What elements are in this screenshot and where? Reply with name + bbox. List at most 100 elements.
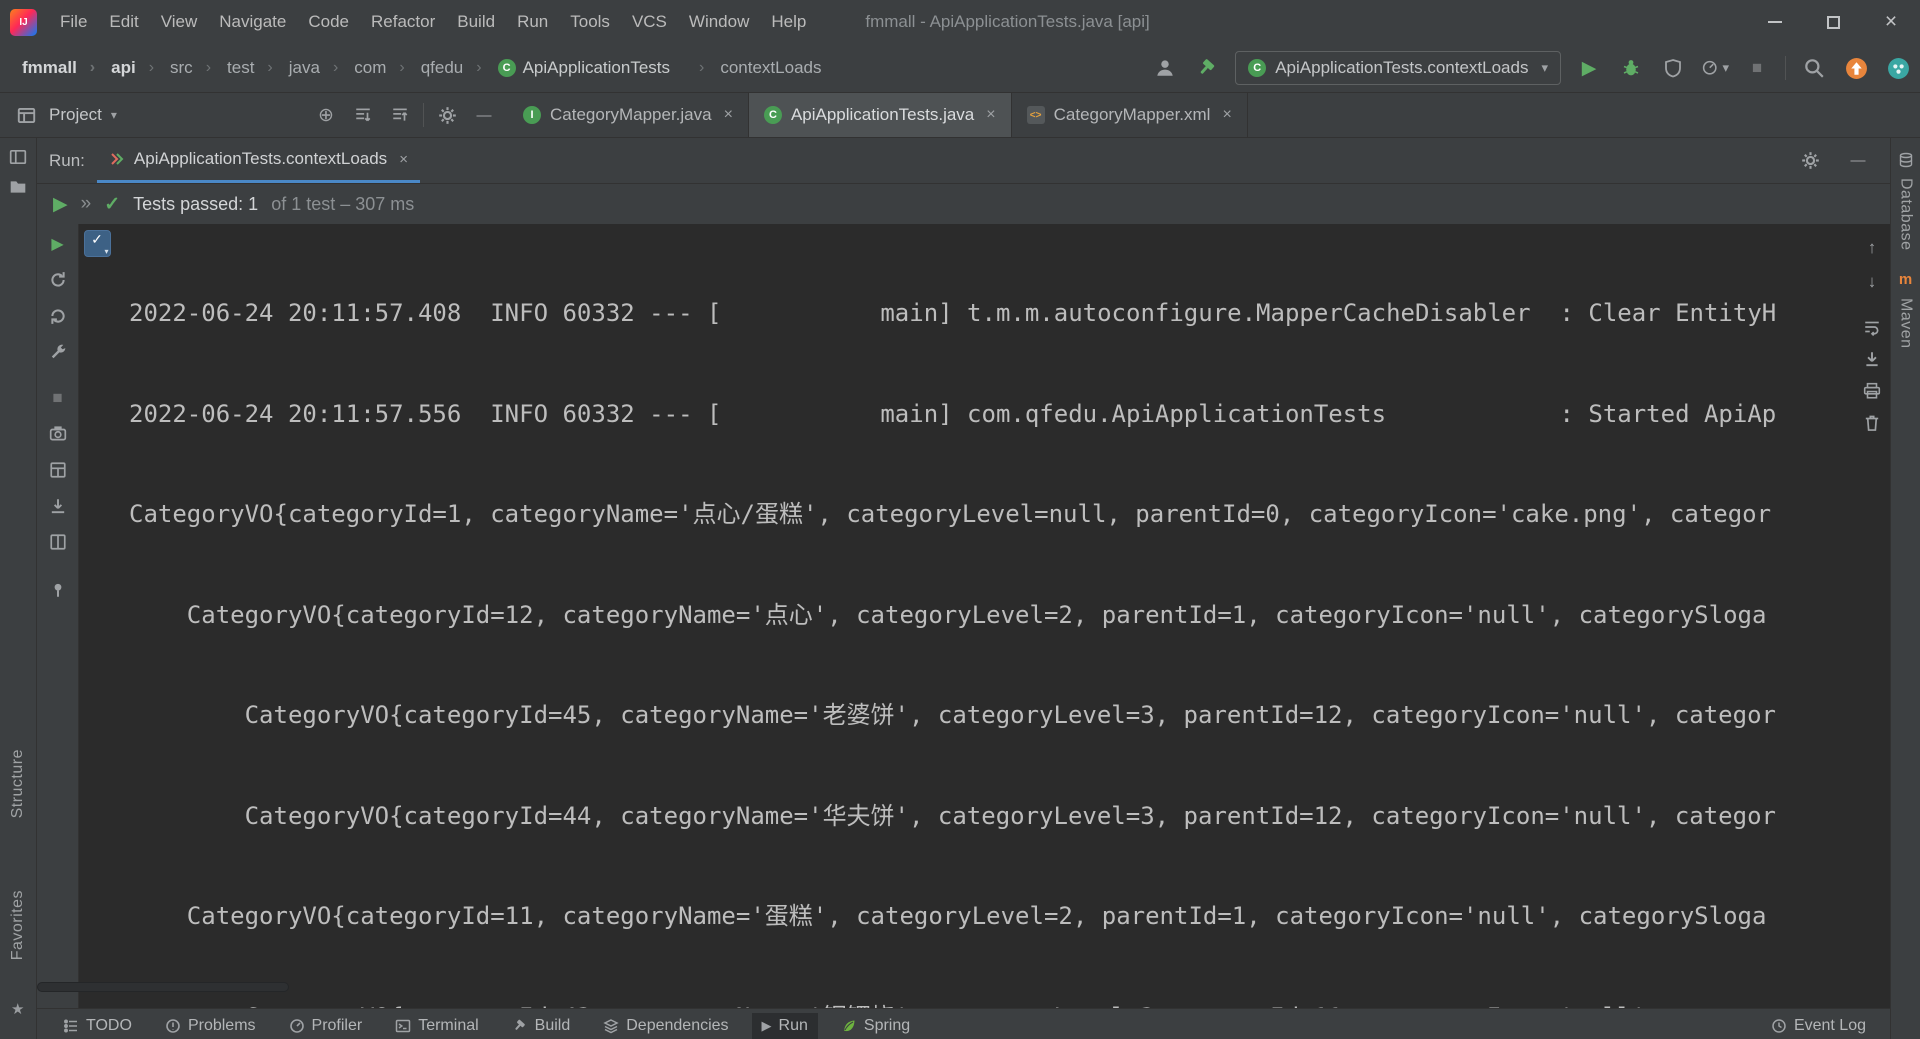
menu-item-navigate[interactable]: Navigate [208,8,297,36]
down-stacktrace-icon[interactable]: ↓ [1868,272,1877,292]
breadcrumb-item-method[interactable]: contextLoads [688,56,823,80]
collapse-all-icon[interactable] [386,101,414,129]
menu-item-view[interactable]: View [150,8,209,36]
menu-item-build[interactable]: Build [446,8,506,36]
profiler-button[interactable]: ▾ [1701,54,1729,82]
breadcrumb-item-test[interactable]: test [195,56,257,80]
pin-tab-icon[interactable] [46,578,70,602]
debug-button[interactable] [1617,54,1645,82]
menu-item-refactor[interactable]: Refactor [360,8,446,36]
horizontal-scrollbar-thumb[interactable] [37,982,289,992]
hide-panel-icon[interactable]: — [470,101,498,129]
breadcrumb-item-fmmall[interactable]: fmmall [20,56,79,80]
tool-button-profiler[interactable]: Profiler [279,1013,373,1039]
run-settings-gear-icon[interactable] [1796,147,1824,175]
breadcrumb-item-src[interactable]: src [138,56,195,80]
close-icon[interactable]: × [986,106,995,124]
middle-region: Structure Favorites ★ Run: ApiApplicatio… [0,138,1920,1039]
import-test-results-icon[interactable] [46,494,70,518]
rerun-failed-tests-button[interactable] [46,268,70,292]
search-everywhere-icon[interactable] [1800,54,1828,82]
soft-wrap-icon[interactable] [1863,318,1881,336]
chevron-down-icon: ▾ [110,108,117,122]
close-icon[interactable]: × [724,106,733,124]
run-configuration-select[interactable]: C ApiApplicationTests.contextLoads ▾ [1235,51,1561,85]
tool-button-terminal[interactable]: Terminal [385,1013,488,1039]
tool-button-todo[interactable]: TODO [53,1013,142,1039]
test-settings-wrench-icon[interactable] [46,340,70,364]
database-icon[interactable] [1898,152,1914,168]
run-tab[interactable]: ApiApplicationTests.contextLoads × [96,138,420,183]
database-tool-button[interactable]: Database [1897,178,1915,251]
restore-layout-icon[interactable] [46,458,70,482]
event-log-clock-icon [1771,1018,1787,1034]
coverage-button[interactable] [1659,54,1687,82]
editor-tab-label: CategoryMapper.java [550,105,712,124]
run-tool-icon: ▶ [761,1018,772,1033]
toolbar-actions: C ApiApplicationTests.contextLoads ▾ ▶ ▾… [1151,51,1912,85]
star-icon[interactable]: ★ [11,1000,24,1018]
expand-all-icon[interactable] [349,101,377,129]
breadcrumb-item-class[interactable]: C ApiApplicationTests [465,56,672,80]
toggle-auto-test-button[interactable] [46,304,70,328]
thread-dump-camera-icon[interactable] [46,422,70,446]
menu-item-code[interactable]: Code [297,8,360,36]
show-passed-filter-button[interactable]: ✓ ▾ [83,230,111,257]
print-icon[interactable] [1863,382,1881,400]
console-output[interactable]: 2022-06-24 20:11:57.408 INFO 60332 --- [… [115,224,1854,1008]
menu-item-help[interactable]: Help [760,8,817,36]
ide-settings-icon[interactable] [1884,54,1912,82]
update-available-icon[interactable] [1842,54,1870,82]
project-panel-title[interactable]: Project [49,105,102,125]
menu-item-run[interactable]: Run [506,8,559,36]
menu-item-vcs[interactable]: VCS [621,8,678,36]
project-tool-button[interactable] [9,148,27,166]
tool-button-run[interactable]: ▶ Run [751,1013,818,1039]
minimize-button[interactable] [1746,0,1804,44]
scroll-to-end-icon[interactable] [1863,350,1881,368]
run-again-icon[interactable]: ▶ [53,193,68,216]
close-icon[interactable]: × [399,151,408,168]
editor-tabs: I CategoryMapper.java × C ApiApplication… [508,93,1248,137]
editor-tab-categorymapper-java[interactable]: I CategoryMapper.java × [508,93,749,137]
breadcrumb-item-qfedu[interactable]: qfedu [388,56,465,80]
breadcrumb-item-java[interactable]: java [256,56,322,80]
expand-chevrons-icon[interactable]: » [81,193,92,215]
close-button[interactable]: × [1862,0,1920,44]
run-button[interactable]: ▶ [1575,54,1603,82]
maximize-button[interactable] [1804,0,1862,44]
chevron-down-icon: ▾ [1722,60,1729,75]
close-icon[interactable]: × [1222,106,1231,124]
interface-icon: I [523,106,541,124]
menu-item-window[interactable]: Window [678,8,760,36]
menu-item-tools[interactable]: Tools [559,8,621,36]
collaborate-icon[interactable] [1151,54,1179,82]
tool-button-problems[interactable]: Problems [155,1013,266,1039]
rerun-tests-button[interactable]: ▶ [46,232,70,256]
menu-item-edit[interactable]: Edit [98,8,149,36]
hide-tool-window-icon[interactable]: — [1844,147,1872,175]
build-project-icon[interactable] [1193,54,1221,82]
tool-button-dependencies[interactable]: Dependencies [593,1013,738,1039]
run-toolbar: ▶ ■ [37,224,79,1008]
tool-button-event-log[interactable]: Event Log [1761,1013,1876,1039]
maven-tool-button[interactable]: Maven [1897,298,1915,349]
tool-button-spring[interactable]: Spring [831,1013,920,1039]
tests-passed-check-icon: ✓ [104,193,121,215]
tool-button-build[interactable]: Build [502,1013,581,1039]
locate-file-icon[interactable]: ⊕ [312,101,340,129]
menu-item-file[interactable]: File [49,8,98,36]
breadcrumb-item-com[interactable]: com [322,56,388,80]
up-stacktrace-icon[interactable]: ↑ [1868,238,1877,258]
favorites-tool-button[interactable]: Favorites [9,890,27,960]
split-view-icon[interactable] [46,530,70,554]
maven-icon[interactable]: m [1899,271,1912,288]
panel-and-tabs-row: Project ▾ ⊕ — I CategoryMapper.java × C … [0,93,1920,138]
structure-tool-button[interactable]: Structure [9,749,27,818]
folder-icon[interactable] [9,178,27,196]
panel-settings-gear-icon[interactable] [433,101,461,129]
breadcrumb-item-api[interactable]: api [79,56,138,80]
clear-console-trash-icon[interactable] [1863,414,1881,432]
editor-tab-categorymapper-xml[interactable]: <> CategoryMapper.xml × [1012,93,1248,137]
editor-tab-apiapplicationtests-java[interactable]: C ApiApplicationTests.java × [748,93,1012,137]
